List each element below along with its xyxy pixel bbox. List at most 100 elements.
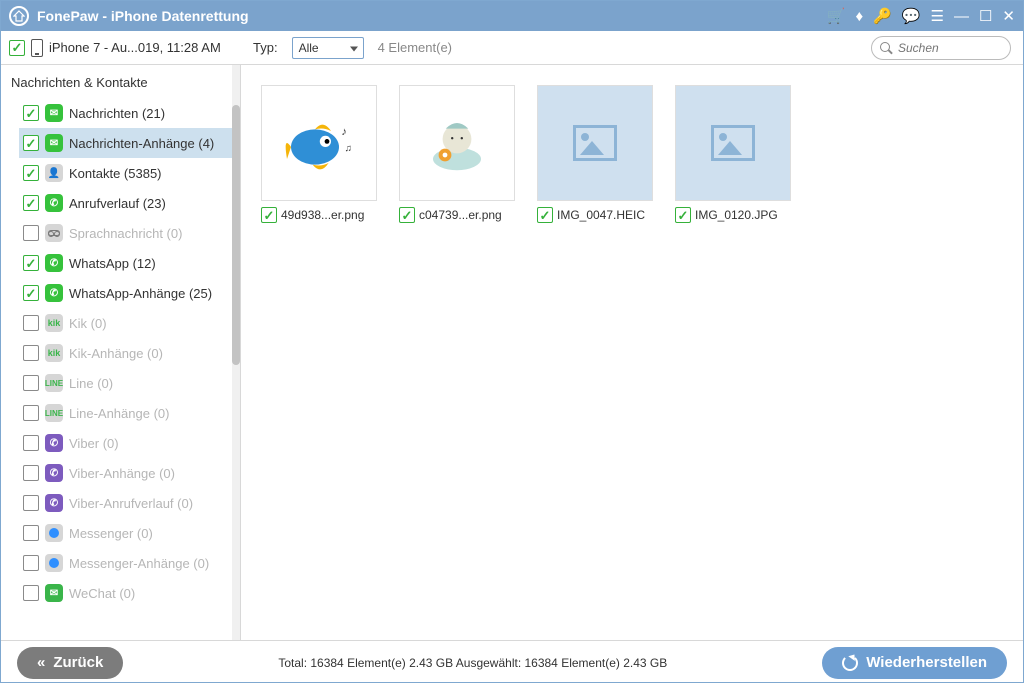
sidebar-item-checkbox[interactable] (23, 285, 39, 301)
thumbnail-checkbox[interactable] (261, 207, 277, 223)
sidebar-item-label: Line-Anhänge (0) (69, 406, 169, 421)
sidebar-item[interactable]: ✉ Nachrichten (21) (19, 98, 240, 128)
cart-icon[interactable]: 🛒 (827, 7, 846, 25)
sidebar-item-checkbox[interactable] (23, 105, 39, 121)
sidebar-item-label: Anrufverlauf (23) (69, 196, 166, 211)
restore-button[interactable]: Wiederherstellen (822, 647, 1007, 679)
sidebar-item: kikKik (0) (19, 308, 240, 338)
thumbnail-image (675, 85, 791, 201)
sidebar-item: Messenger-Anhänge (0) (19, 548, 240, 578)
type-select[interactable]: Alle (292, 37, 364, 59)
sidebar-item-checkbox[interactable] (23, 165, 39, 181)
image-placeholder-icon (573, 125, 617, 161)
sidebar-item[interactable]: 👤 Kontakte (5385) (19, 158, 240, 188)
sidebar-item-checkbox[interactable] (23, 435, 39, 451)
sidebar-item-checkbox[interactable] (23, 495, 39, 511)
minimize-icon[interactable]: — (954, 8, 969, 25)
thumbnail-checkbox[interactable] (537, 207, 553, 223)
category-icon: ✆ (45, 284, 63, 302)
search-box[interactable] (871, 36, 1011, 60)
svg-text:♫: ♫ (345, 143, 352, 154)
search-input[interactable] (898, 41, 988, 55)
sidebar-item[interactable]: ✆Anrufverlauf (23) (19, 188, 240, 218)
sidebar-item: ✆Viber (0) (19, 428, 240, 458)
sidebar-item-checkbox[interactable] (23, 315, 39, 331)
device-label: iPhone 7 - Au...019, 11:28 AM (49, 40, 221, 55)
device-checkbox[interactable] (9, 40, 25, 56)
thumbnail-checkbox[interactable] (399, 207, 415, 223)
thumbnail-image: ♪♫ (261, 85, 377, 201)
sidebar-item-label: Viber (0) (69, 436, 119, 451)
sidebar-item-checkbox[interactable] (23, 195, 39, 211)
scroll-thumb[interactable] (232, 105, 240, 365)
maximize-icon[interactable]: ☐ (979, 7, 992, 25)
thumbnail-filename: 49d938...er.png (281, 208, 364, 222)
phone-icon (31, 39, 43, 57)
device-cell: iPhone 7 - Au...019, 11:28 AM (1, 39, 241, 57)
category-icon: 👤 (45, 164, 63, 182)
category-icon (45, 224, 63, 242)
footer-summary: Total: 16384 Element(e) 2.43 GB Ausgewäh… (139, 656, 806, 670)
thumbnail-filename: c04739...er.png (419, 208, 502, 222)
thumbnail-checkbox[interactable] (675, 207, 691, 223)
sidebar-item[interactable]: ✆WhatsApp (12) (19, 248, 240, 278)
sidebar-item-label: WeChat (0) (69, 586, 135, 601)
home-icon[interactable] (9, 6, 29, 26)
category-icon: ✉ (45, 584, 63, 602)
type-label: Typ: (253, 40, 278, 55)
sidebar-scrollbar[interactable] (232, 65, 240, 640)
sidebar-item-label: Nachrichten-Anhänge (4) (69, 136, 214, 151)
thumbnail[interactable]: c04739...er.png (399, 85, 515, 223)
sidebar-item: LINELine (0) (19, 368, 240, 398)
thumbnail[interactable]: ♪♫49d938...er.png (261, 85, 377, 223)
sidebar-item-label: Sprachnachricht (0) (69, 226, 182, 241)
thumbnail-filename: IMG_0120.JPG (695, 208, 778, 222)
sidebar-item-checkbox[interactable] (23, 525, 39, 541)
sidebar-item-label: WhatsApp-Anhänge (25) (69, 286, 212, 301)
sidebar-item-checkbox[interactable] (23, 225, 39, 241)
sidebar-item: LINELine-Anhänge (0) (19, 398, 240, 428)
sidebar-item-checkbox[interactable] (23, 585, 39, 601)
sidebar-item: ✉ WeChat (0) (19, 578, 240, 608)
thumbnail-filename: IMG_0047.HEIC (557, 208, 645, 222)
sidebar-item-label: Line (0) (69, 376, 113, 391)
sidebar-item-checkbox[interactable] (23, 375, 39, 391)
thumbnail[interactable]: IMG_0120.JPG (675, 85, 791, 223)
sidebar-item-label: Nachrichten (21) (69, 106, 165, 121)
sidebar-section-header: Nachrichten & Kontakte (1, 65, 240, 98)
sidebar-item-checkbox[interactable] (23, 135, 39, 151)
sidebar-item-checkbox[interactable] (23, 555, 39, 571)
sidebar-item: kikKik-Anhänge (0) (19, 338, 240, 368)
category-icon (45, 554, 63, 572)
footer: « Zurück Total: 16384 Element(e) 2.43 GB… (1, 640, 1023, 684)
category-icon: kik (45, 344, 63, 362)
thumbnail[interactable]: IMG_0047.HEIC (537, 85, 653, 223)
sidebar-item-label: Messenger-Anhänge (0) (69, 556, 209, 571)
diamond-icon[interactable]: ♦ (855, 8, 863, 25)
category-icon: ✉ (45, 134, 63, 152)
close-icon[interactable]: ✕ (1002, 7, 1015, 25)
restore-icon (842, 655, 858, 671)
menu-icon[interactable]: ☰ (931, 7, 944, 25)
sidebar-item: ✆Viber-Anrufverlauf (0) (19, 488, 240, 518)
search-icon (880, 42, 892, 54)
svg-text:♪: ♪ (341, 126, 347, 138)
sidebar-item-label: Kik (0) (69, 316, 107, 331)
sidebar-item-checkbox[interactable] (23, 465, 39, 481)
sidebar-item[interactable]: ✉ Nachrichten-Anhänge (4) (19, 128, 240, 158)
sidebar-item-label: Kontakte (5385) (69, 166, 162, 181)
sidebar-item-checkbox[interactable] (23, 345, 39, 361)
back-button[interactable]: « Zurück (17, 647, 123, 679)
sidebar-item-checkbox[interactable] (23, 255, 39, 271)
chat-icon[interactable]: 💬 (902, 7, 921, 25)
image-placeholder-icon (711, 125, 755, 161)
sidebar-item-checkbox[interactable] (23, 405, 39, 421)
sidebar: Nachrichten & Kontakte ✉ Nachrichten (21)… (1, 65, 241, 640)
sidebar-item-label: WhatsApp (12) (69, 256, 156, 271)
key-icon[interactable]: 🔑 (873, 7, 892, 25)
app-title: FonePaw - iPhone Datenrettung (37, 8, 827, 24)
sidebar-item-label: Viber-Anhänge (0) (69, 466, 175, 481)
sidebar-item[interactable]: ✆ WhatsApp-Anhänge (25) (19, 278, 240, 308)
category-icon: ✉ (45, 104, 63, 122)
sidebar-item-label: Messenger (0) (69, 526, 153, 541)
